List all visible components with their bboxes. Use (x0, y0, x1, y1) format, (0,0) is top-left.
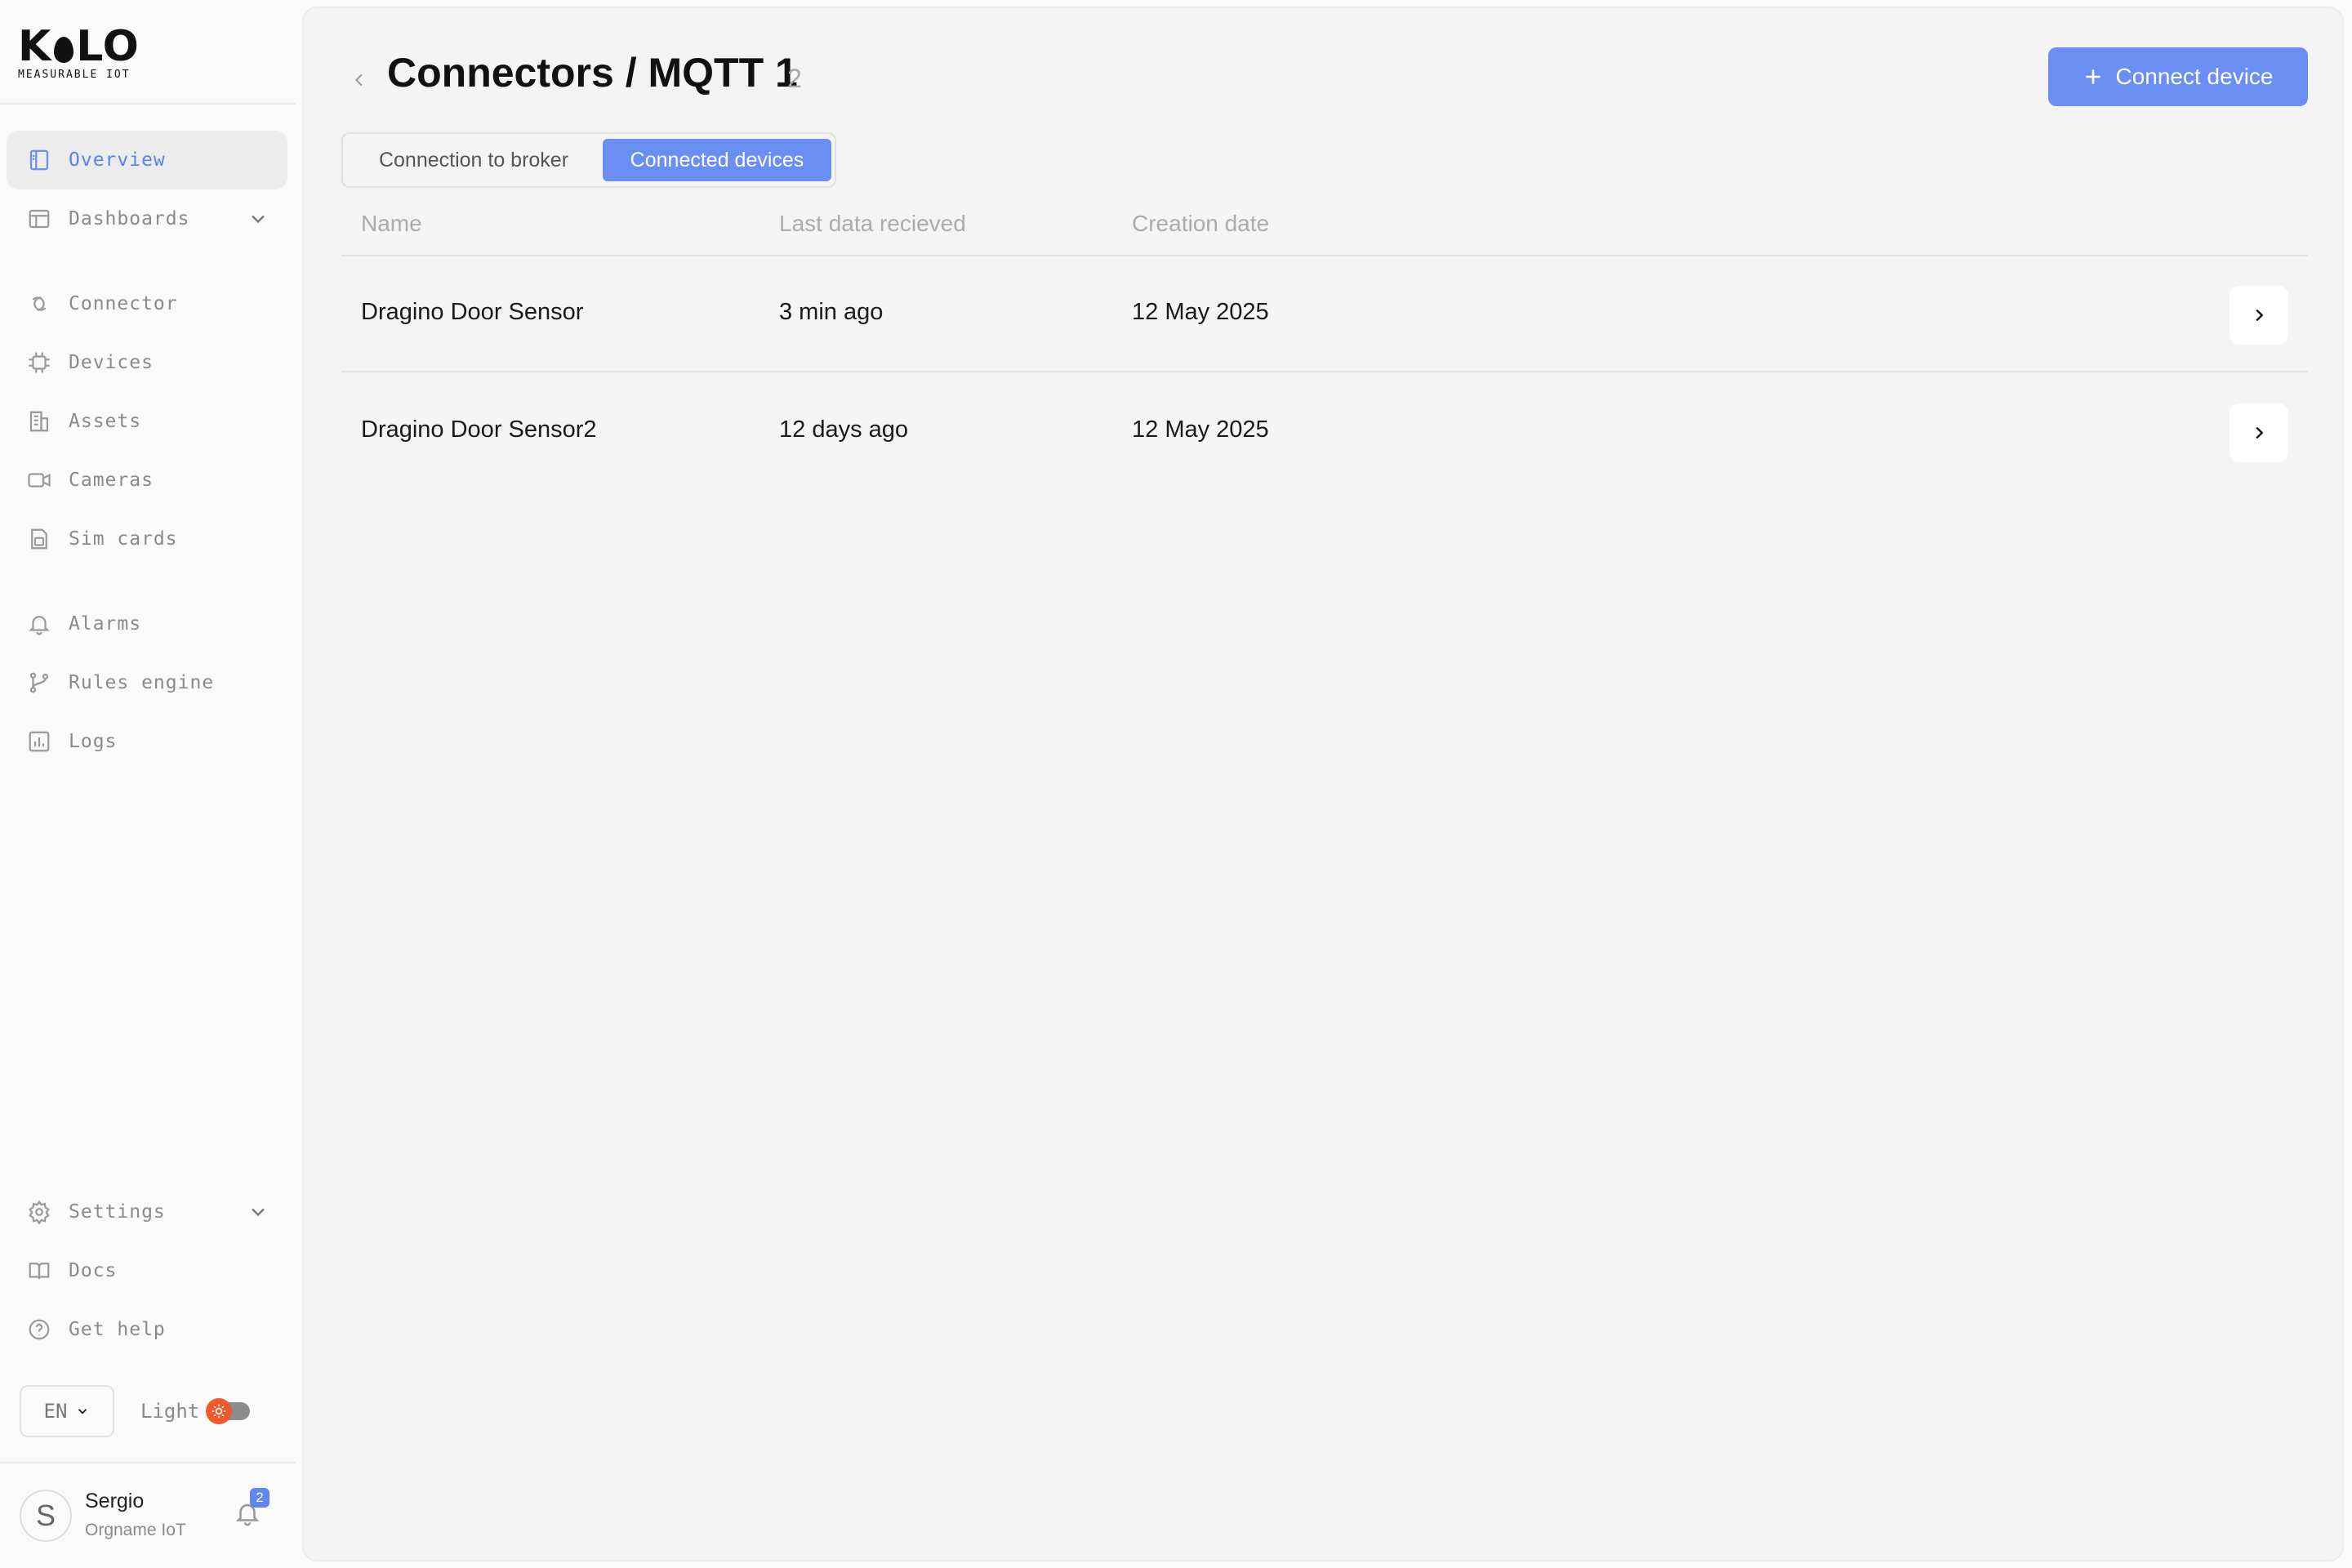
tab-connected-devices[interactable]: Connected devices (603, 139, 831, 181)
sun-icon (206, 1398, 233, 1424)
sidebar-item-settings[interactable]: Settings (7, 1183, 287, 1241)
theme-toggle[interactable] (206, 1398, 251, 1424)
sidebar-item-label: Dashboards (69, 208, 190, 229)
table-divider (341, 255, 2308, 256)
cell-creation-date: 12 May 2025 (1132, 299, 1269, 325)
sim-card-icon (21, 521, 57, 557)
chevron-down-icon[interactable] (247, 207, 270, 230)
sidebar-item-label: Alarms (69, 613, 142, 635)
back-button[interactable] (346, 62, 372, 98)
brand-name-left: K (18, 22, 52, 71)
chevron-right-icon (2256, 426, 2264, 439)
plus-icon (2086, 69, 2101, 84)
column-header-name[interactable]: Name (361, 211, 422, 237)
sidebar-item-label: Docs (69, 1260, 118, 1281)
column-header-last-data[interactable]: Last data recieved (779, 211, 966, 237)
cell-creation-date: 12 May 2025 (1132, 416, 1269, 443)
sidebar-item-label: Rules engine (69, 672, 215, 693)
sidebar-item-label: Connector (69, 293, 178, 314)
sidebar-item-alarms[interactable]: Alarms (7, 595, 287, 653)
notifications-button[interactable]: 2 (234, 1488, 270, 1529)
cell-device-name: Dragino Door Sensor2 (361, 416, 597, 443)
sidebar-item-label: Get help (69, 1319, 166, 1340)
connect-device-label: Connect device (2115, 64, 2274, 89)
theme-switch: Light (140, 1392, 251, 1431)
dashboard-icon (21, 201, 57, 237)
sidebar-item-get-help[interactable]: Get help (7, 1300, 287, 1359)
language-select[interactable]: EN (20, 1385, 114, 1437)
gear-icon (21, 1194, 57, 1230)
chevron-left-icon (354, 74, 363, 87)
sidebar-item-label: Devices (69, 352, 154, 373)
sidebar-item-cameras[interactable]: Cameras (7, 451, 287, 510)
bar-chart-icon (21, 724, 57, 760)
sidebar-item-overview[interactable]: Overview (7, 131, 287, 189)
sidebar-item-devices[interactable]: Devices (7, 333, 287, 392)
avatar[interactable]: S (20, 1490, 72, 1542)
help-circle-icon (21, 1312, 57, 1348)
theme-label: Light (140, 1400, 200, 1423)
sidebar-item-logs[interactable]: Logs (7, 712, 287, 771)
building-icon (21, 403, 57, 439)
sidebar-item-docs[interactable]: Docs (7, 1241, 287, 1300)
sidebar-item-label: Logs (69, 731, 118, 752)
language-value: EN (43, 1400, 68, 1423)
brand-tagline: MEASURABLE IOT (18, 69, 131, 81)
notification-count-badge: 2 (250, 1488, 270, 1508)
bell-icon (21, 606, 57, 642)
tab-connection-to-broker[interactable]: Connection to broker (348, 139, 599, 181)
table-divider (341, 371, 2308, 372)
sidebar-item-sim-cards[interactable]: Sim cards (7, 510, 287, 568)
sidebar-item-label: Sim cards (69, 528, 178, 550)
row-open-button[interactable] (2230, 286, 2288, 345)
sidebar-item-connector[interactable]: Connector (7, 274, 287, 333)
device-count: 2 (787, 64, 802, 93)
user-name: Sergio (85, 1490, 145, 1512)
camera-icon (21, 462, 57, 498)
brand-name-right: LO (76, 22, 140, 71)
sidebar-item-label: Overview (69, 149, 166, 171)
sidebar-item-assets[interactable]: Assets (7, 392, 287, 451)
cell-last-data: 3 min ago (779, 299, 884, 325)
sidebar-item-label: Cameras (69, 470, 154, 491)
user-org: Orgname IoT (85, 1521, 186, 1539)
tab-group: Connection to broker Connected devices (341, 132, 836, 188)
sidebar-item-rules-engine[interactable]: Rules engine (7, 653, 287, 712)
chevron-down-icon (78, 1409, 87, 1414)
book-icon (21, 1253, 57, 1289)
git-branch-icon (21, 665, 57, 701)
user-profile[interactable]: S Sergio Orgname IoT 2 (0, 1463, 296, 1568)
sidebar-item-label: Settings (69, 1201, 166, 1223)
sidebar-item-label: Assets (69, 411, 142, 432)
sidebar: K LO MEASURABLE IOT Overview Dashboards … (0, 0, 296, 1568)
chevron-down-icon[interactable] (247, 1200, 270, 1223)
cell-last-data: 12 days ago (779, 416, 909, 443)
column-header-creation-date[interactable]: Creation date (1132, 211, 1269, 237)
brand-logo[interactable]: K LO MEASURABLE IOT (18, 24, 181, 82)
page-title: Connectors / MQTT 1 (387, 50, 798, 96)
cell-device-name: Dragino Door Sensor (361, 299, 584, 325)
brand-wordmark: K LO (18, 24, 181, 69)
chevron-right-icon (2256, 309, 2264, 322)
overview-icon (21, 142, 57, 178)
sidebar-divider (0, 103, 296, 105)
connect-device-button[interactable]: Connect device (2048, 47, 2308, 106)
connector-icon (21, 286, 57, 322)
brand-drop-icon (54, 37, 74, 63)
sidebar-item-dashboards[interactable]: Dashboards (7, 189, 287, 248)
row-open-button[interactable] (2230, 403, 2288, 462)
main-panel: Connectors / MQTT 1 2 Connect device Con… (302, 7, 2344, 1561)
chip-icon (21, 345, 57, 381)
